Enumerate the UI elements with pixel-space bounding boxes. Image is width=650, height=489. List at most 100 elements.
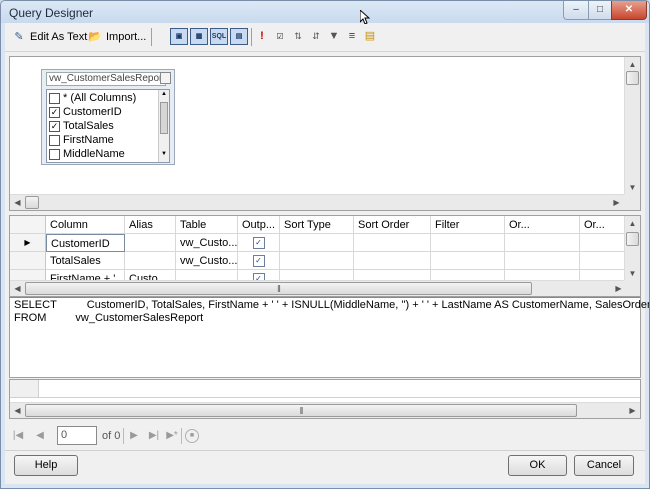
maximize-button[interactable]: □	[588, 1, 612, 20]
output-checkbox[interactable]: ✓	[252, 255, 265, 268]
column-item-all[interactable]: * (All Columns)	[49, 91, 136, 105]
scroll-down-arrow-icon[interactable]: ▼	[160, 151, 168, 161]
scroll-right-arrow-icon[interactable]: ▶	[609, 195, 624, 210]
scroll-thumb[interactable]: |||	[25, 282, 532, 295]
cell-filter[interactable]	[431, 252, 505, 270]
cell-table[interactable]: vw_Custo...	[176, 252, 238, 270]
criteria-grid-pane[interactable]: Column Alias Table Outp... Sort Type Sor…	[9, 215, 641, 297]
cell-sort-type[interactable]	[280, 234, 354, 252]
scroll-down-arrow-icon[interactable]: ▼	[625, 266, 640, 281]
add-group-by-icon[interactable]: ≡	[343, 28, 361, 45]
column-item-totalsales[interactable]: ✓ TotalSales	[49, 119, 114, 133]
table-box[interactable]: vw_CustomerSalesReport * (All Columns) ✓…	[41, 69, 175, 165]
table-row[interactable]: ▶ CustomerID vw_Custo... ✓	[10, 234, 626, 252]
header-or-2[interactable]: Or...	[580, 216, 626, 234]
column-list-scrollbar[interactable]: ▲ ▼	[158, 90, 169, 162]
minimize-button[interactable]: –	[563, 1, 589, 20]
cell-sort-type[interactable]	[280, 252, 354, 270]
cancel-button[interactable]: Cancel	[574, 455, 634, 476]
header-sort-type[interactable]: Sort Type	[280, 216, 354, 234]
table-row[interactable]: TotalSales vw_Custo... ✓	[10, 252, 626, 270]
cell-alias[interactable]	[125, 252, 176, 270]
sql-from-line[interactable]: FROM vw_CustomerSalesReport	[14, 312, 203, 324]
column-checkbox[interactable]	[49, 92, 60, 104]
row-selector[interactable]	[10, 252, 46, 270]
add-table-icon[interactable]: ▤	[361, 28, 379, 45]
cell-output[interactable]: ✓	[238, 252, 280, 270]
column-checkbox[interactable]: ✓	[49, 120, 60, 132]
table-box-minimize-button[interactable]	[160, 72, 171, 84]
scroll-left-arrow-icon[interactable]: ◀	[10, 403, 25, 418]
cell-or-2[interactable]	[580, 234, 626, 252]
grid-horizontal-scrollbar[interactable]: ◀ ||| ▶	[10, 280, 626, 296]
sql-pane[interactable]: SELECT CustomerID, TotalSales, FirstName …	[9, 297, 649, 378]
column-checkbox[interactable]: ✓	[49, 106, 60, 118]
header-alias[interactable]: Alias	[125, 216, 176, 234]
row-selector[interactable]: ▶	[10, 234, 46, 252]
column-item-firstname[interactable]: FirstName	[49, 133, 114, 147]
column-checkbox[interactable]	[49, 134, 60, 146]
title-bar[interactable]: Query Designer – □ ✕	[1, 1, 649, 23]
grid-vertical-scrollbar[interactable]: ▲ ▼	[624, 216, 640, 281]
run-query-icon[interactable]: !	[253, 28, 271, 45]
record-number-input[interactable]: 0	[57, 426, 97, 445]
scroll-thumb[interactable]	[626, 232, 639, 246]
scroll-up-arrow-icon[interactable]: ▲	[160, 91, 168, 101]
diagram-pane[interactable]: vw_CustomerSalesReport * (All Columns) ✓…	[9, 56, 641, 211]
cell-or-1[interactable]	[505, 252, 580, 270]
cell-sort-order[interactable]	[354, 234, 431, 252]
filter-icon[interactable]: ▼	[325, 28, 343, 45]
scroll-up-arrow-icon[interactable]: ▲	[625, 57, 640, 72]
import-button[interactable]: 📂 Import...	[87, 28, 146, 46]
scroll-right-arrow-icon[interactable]: ▶	[625, 403, 640, 418]
scroll-left-arrow-icon[interactable]: ◀	[10, 195, 25, 210]
grid-pane-toggle[interactable]: ▦	[190, 28, 208, 45]
results-horizontal-scrollbar[interactable]: ◀ ||| ▶	[10, 402, 640, 418]
output-checkbox[interactable]: ✓	[252, 237, 265, 250]
scroll-thumb[interactable]	[626, 71, 639, 85]
diagram-horizontal-scrollbar[interactable]: ◀ ▶	[10, 194, 624, 210]
diagram-vertical-scrollbar[interactable]: ▲ ▼	[624, 57, 640, 195]
column-checkbox[interactable]	[49, 148, 60, 160]
sql-pane-toggle[interactable]: SQL	[210, 28, 228, 45]
diagram-pane-toggle[interactable]: ▣	[170, 28, 188, 45]
header-sort-order[interactable]: Sort Order	[354, 216, 431, 234]
sql-select-line[interactable]: SELECT CustomerID, TotalSales, FirstName …	[14, 299, 649, 311]
scroll-thumb[interactable]: |||	[25, 404, 577, 417]
close-button[interactable]: ✕	[611, 1, 647, 20]
scroll-up-arrow-icon[interactable]: ▲	[625, 216, 640, 231]
scroll-left-arrow-icon[interactable]: ◀	[10, 281, 25, 296]
sort-ascending-icon[interactable]: ⇅	[289, 28, 307, 45]
new-record-icon[interactable]: ▶*	[165, 429, 179, 443]
cell-table[interactable]: vw_Custo...	[176, 234, 238, 252]
cell-column[interactable]: CustomerID	[46, 234, 125, 252]
next-record-icon[interactable]: ▶	[127, 429, 141, 443]
column-item-middlename[interactable]: MiddleName	[49, 147, 125, 161]
help-button[interactable]: Help	[14, 455, 78, 476]
results-pane[interactable]: ◀ ||| ▶	[9, 379, 641, 419]
table-column-list[interactable]: * (All Columns) ✓ CustomerID ✓ TotalSale…	[46, 89, 170, 163]
cell-column[interactable]: TotalSales	[46, 252, 125, 270]
header-table[interactable]: Table	[176, 216, 238, 234]
cell-filter[interactable]	[431, 234, 505, 252]
ok-button[interactable]: OK	[508, 455, 567, 476]
cell-or-2[interactable]	[580, 252, 626, 270]
header-or-1[interactable]: Or...	[505, 216, 580, 234]
header-filter[interactable]: Filter	[431, 216, 505, 234]
stop-icon[interactable]: ■	[185, 429, 199, 443]
verify-sql-icon[interactable]: ☑	[271, 28, 289, 45]
scroll-down-arrow-icon[interactable]: ▼	[625, 180, 640, 195]
cell-output[interactable]: ✓	[238, 234, 280, 252]
column-item-customerid[interactable]: ✓ CustomerID	[49, 105, 122, 119]
sort-descending-icon[interactable]: ⇵	[307, 28, 325, 45]
header-column[interactable]: Column	[46, 216, 125, 234]
header-output[interactable]: Outp...	[238, 216, 280, 234]
first-record-icon[interactable]: |◀	[11, 429, 25, 443]
scroll-thumb[interactable]	[25, 196, 39, 209]
cell-alias[interactable]	[125, 234, 176, 252]
cell-or-1[interactable]	[505, 234, 580, 252]
result-pane-toggle[interactable]: ▤	[230, 28, 248, 45]
edit-as-text-button[interactable]: ✎ Edit As Text	[11, 28, 87, 46]
cell-sort-order[interactable]	[354, 252, 431, 270]
last-record-icon[interactable]: ▶|	[147, 429, 161, 443]
